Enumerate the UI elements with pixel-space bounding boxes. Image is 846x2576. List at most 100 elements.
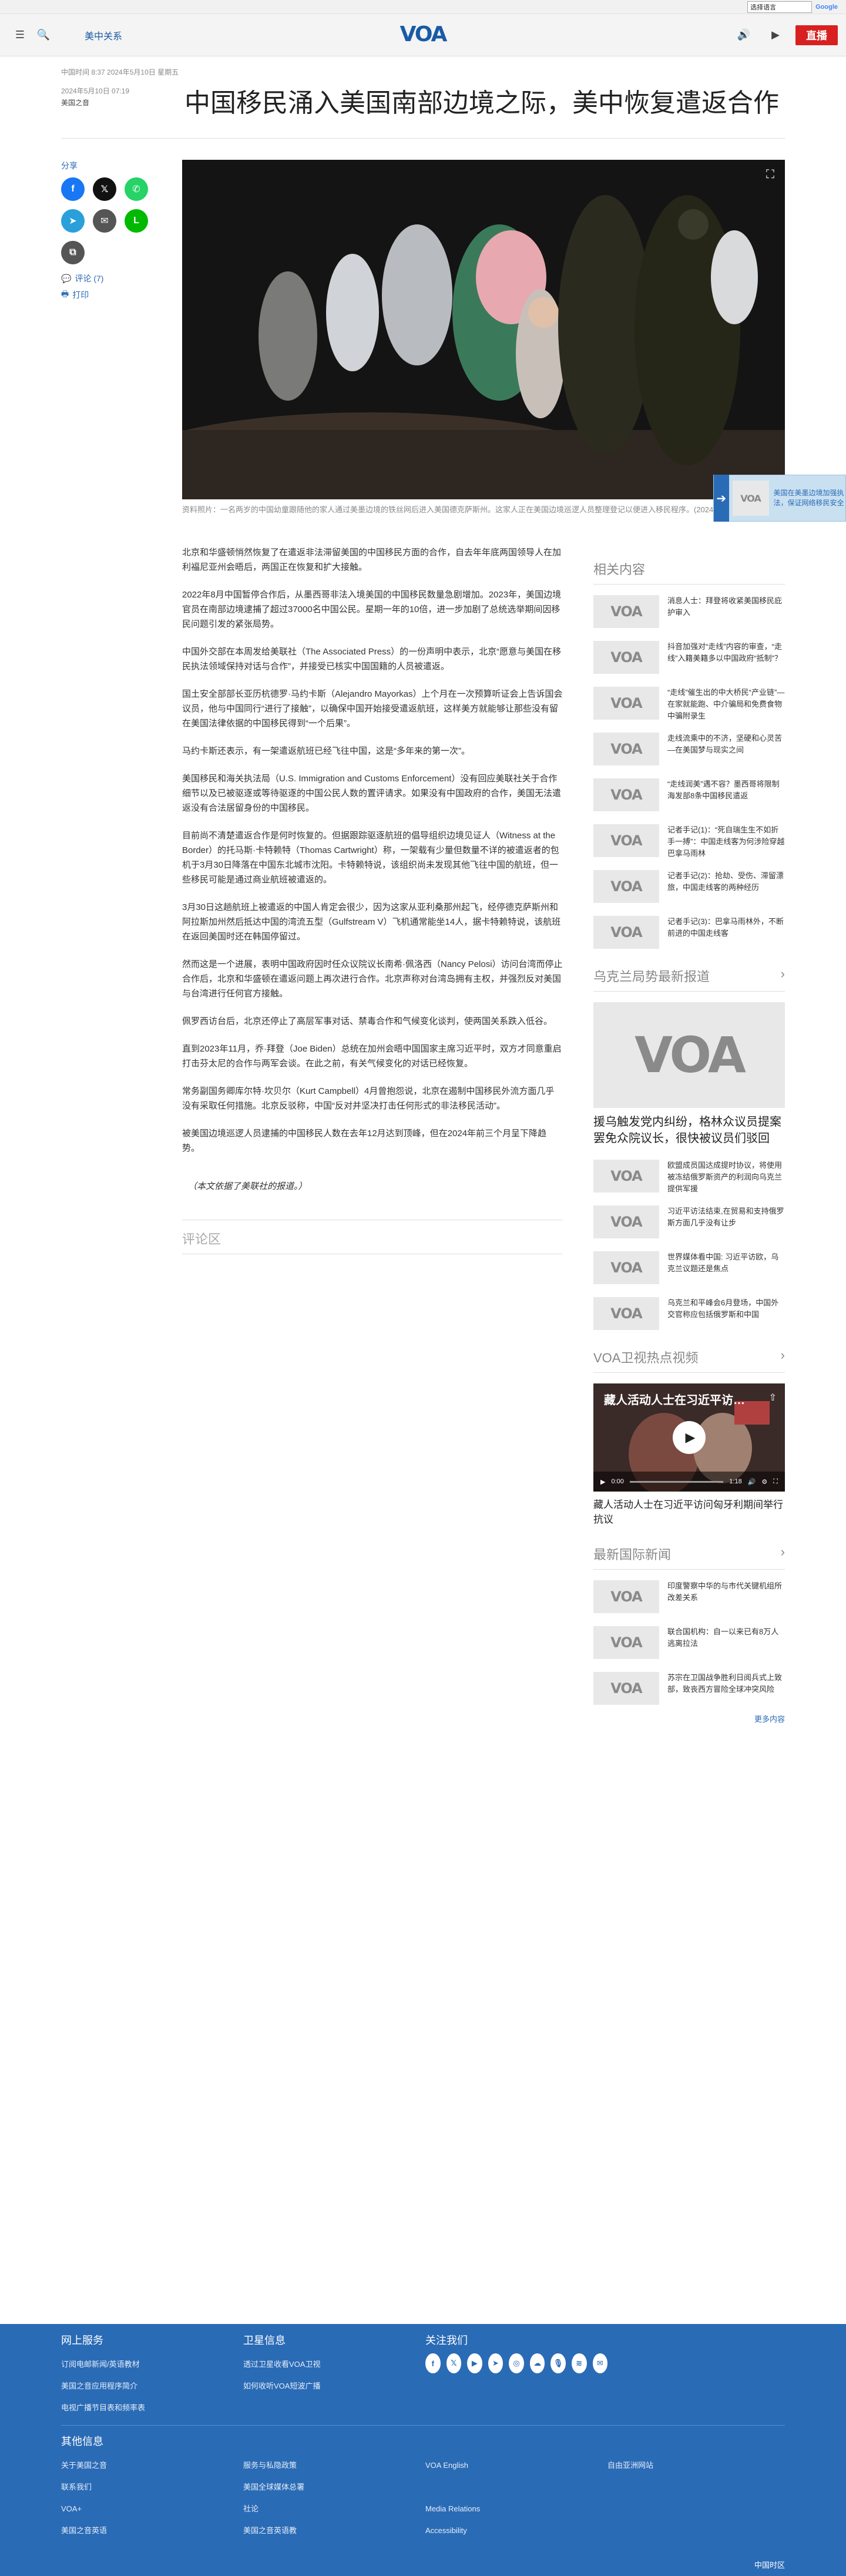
voa-logo-placeholder: VOA bbox=[610, 649, 642, 666]
section-link[interactable]: 美中关系 bbox=[85, 28, 122, 42]
list-item[interactable]: VOA “走线润美”遇不容？墨西哥将限制海发部8条中国移民遣返 bbox=[593, 778, 785, 811]
voa-logo-placeholder: VOA bbox=[610, 1680, 642, 1697]
footer-link[interactable]: Accessibility bbox=[425, 2520, 607, 2541]
arrow-icon: ➔ bbox=[714, 475, 729, 522]
video-controls: ▶ 0:00 1:18 🔊 ⚙ ⛶ bbox=[593, 1472, 785, 1492]
settings-icon[interactable]: ⚙ bbox=[761, 1478, 767, 1486]
footer-link[interactable]: 美国之音英语 bbox=[61, 2520, 243, 2541]
video-caption[interactable]: 藏人活动人士在习近平访问匈牙利期间举行抗议 bbox=[593, 1497, 785, 1527]
x-icon[interactable]: 𝕏 bbox=[93, 177, 116, 201]
footer-link[interactable]: 订阅电邮新闻/英语教材 bbox=[61, 2353, 243, 2375]
video-header[interactable]: VOA卫视热点视频 › bbox=[593, 1348, 785, 1373]
print-link[interactable]: 🖶 打印 bbox=[61, 288, 179, 302]
voa-logo[interactable]: VOA bbox=[400, 22, 448, 46]
list-item[interactable]: VOA 世界媒体看中国: 习近平访欧，乌克兰议题还是焦点 bbox=[593, 1251, 785, 1284]
footer-link[interactable]: 如何收听VOA短波广播 bbox=[243, 2375, 425, 2397]
fullscreen-icon[interactable]: ⛶ bbox=[773, 1478, 778, 1486]
footer-link[interactable]: Media Relations bbox=[425, 2498, 607, 2520]
podcast-icon[interactable]: 🎙 bbox=[550, 2353, 566, 2373]
line-icon[interactable]: L bbox=[125, 209, 148, 233]
footer-link[interactable]: 关于美国之音 bbox=[61, 2454, 243, 2476]
migrants-photo bbox=[182, 160, 785, 499]
telegram-icon[interactable]: ➤ bbox=[488, 2353, 503, 2373]
whatsapp-icon[interactable]: ✆ bbox=[125, 177, 148, 201]
volume-icon[interactable]: 🔊 bbox=[748, 1478, 756, 1486]
email-icon[interactable]: ✉ bbox=[93, 209, 116, 233]
ukraine-title: 乌克兰局势最新报道 bbox=[593, 969, 710, 984]
footer-link[interactable]: 联系我们 bbox=[61, 2476, 243, 2498]
ukraine-big-title[interactable]: 援乌触发党内纠纷，格林众议员提案罢免众院议长，很快被议员们驳回 bbox=[593, 1114, 785, 1147]
footer-link[interactable]: 透过卫星收看VOA卫视 bbox=[243, 2353, 425, 2375]
footer-link[interactable]: VOA+ bbox=[61, 2498, 243, 2520]
facebook-icon[interactable]: f bbox=[425, 2353, 441, 2373]
facebook-icon[interactable]: f bbox=[61, 177, 85, 201]
rss-icon[interactable]: ≋ bbox=[571, 2353, 587, 2373]
footer-link[interactable]: 电视广播节目表和频率表 bbox=[61, 2397, 243, 2419]
footer-link[interactable] bbox=[607, 2520, 785, 2541]
list-item[interactable]: VOA 记者手记(1)：“死自瑞生生不如折手一搏”：中国走线客为何涉险穿越巴拿马雨… bbox=[593, 824, 785, 858]
footer-link[interactable]: 社论 bbox=[243, 2498, 425, 2520]
world-list: VOA 印度警察中华的与市代关键机组所改差关系 VOA 联合国机构：自一以来已有8万人… bbox=[593, 1580, 785, 1705]
list-item[interactable]: VOA 联合国机构：自一以来已有8万人逃离拉法 bbox=[593, 1626, 785, 1659]
list-item[interactable]: VOA 记者手记(2)：抢劫、受伤、滞留漂旅，中国走线客的两种经历 bbox=[593, 870, 785, 903]
more-link[interactable]: 更多内容 bbox=[593, 1713, 785, 1724]
list-item-title: 记者手记(3)：巴拿马雨林外，不断前进的中国走线客 bbox=[667, 917, 784, 938]
copy-link-icon[interactable]: ⧉ bbox=[61, 241, 85, 264]
footer-copyright: 中国时区 bbox=[754, 2561, 785, 2570]
instagram-icon[interactable]: ◎ bbox=[509, 2353, 524, 2373]
footer-link[interactable]: 自由亚洲网站 bbox=[607, 2454, 785, 2476]
world-header[interactable]: 最新国际新闻 › bbox=[593, 1544, 785, 1570]
footer-satellite-links: 透过卫星收看VOA卫视 如何收听VOA短波广播 bbox=[243, 2353, 425, 2397]
header-divider bbox=[61, 138, 785, 139]
footer-link[interactable]: 服务与私隐政策 bbox=[243, 2454, 425, 2476]
footer-online-title: 网上服务 bbox=[61, 2335, 103, 2346]
list-item[interactable]: VOA “走线”催生出的中大桥民“产业链”—在家就能跑、中介骗局和免费食物中骗附录… bbox=[593, 687, 785, 720]
list-item[interactable]: VOA 消息人士：拜登将收紧美国移民庇护审入 bbox=[593, 595, 785, 628]
share-icon[interactable]: ⇧ bbox=[769, 1392, 777, 1403]
footer-link[interactable]: 美国之音英语教 bbox=[243, 2520, 425, 2541]
live-button[interactable]: 直播 bbox=[795, 25, 838, 45]
ukraine-big-thumb[interactable]: VOA bbox=[593, 1002, 785, 1108]
footer-link[interactable] bbox=[607, 2498, 785, 2520]
comments-title: 评论区 bbox=[182, 1232, 221, 1247]
soundcloud-icon[interactable]: ☁ bbox=[529, 2353, 545, 2373]
footer-link[interactable]: 美国之音应用程序简介 bbox=[61, 2375, 243, 2397]
comments-link[interactable]: 💬 评论 (7) bbox=[61, 273, 179, 284]
voa-logo-placeholder: VOA bbox=[610, 1260, 642, 1276]
footer-link[interactable] bbox=[425, 2476, 607, 2498]
footer-link[interactable]: 美国全球媒体总署 bbox=[243, 2476, 425, 2498]
x-icon[interactable]: 𝕏 bbox=[446, 2353, 462, 2373]
article-paragraph: 直到2023年11月，乔·拜登（Joe Biden）总统在加州会晤中国国家主席习… bbox=[182, 1044, 562, 1069]
list-item[interactable]: VOA 抖音加强对“走线”内容的审查，“走线”入籍美籍多以中国政府“抵制”？ bbox=[593, 641, 785, 674]
audio-icon[interactable]: 🔊 bbox=[732, 23, 756, 47]
list-item[interactable]: VOA 习近平访法结束,在贸易和支持俄罗斯方面几乎没有让步 bbox=[593, 1205, 785, 1238]
page-title: 中国移民涌入美国南部边境之际，美中恢复遣返合作 bbox=[184, 89, 779, 117]
article-paragraph: 国土安全部部长亚历杭德罗·马约卡斯（Alejandro Mayorkas）上个月… bbox=[182, 689, 563, 728]
play-small-icon[interactable]: ▶ bbox=[600, 1478, 605, 1486]
video-title: VOA卫视热点视频 bbox=[593, 1351, 699, 1365]
search-icon[interactable]: 🔍 bbox=[32, 23, 55, 47]
ukraine-header[interactable]: 乌克兰局势最新报道 › bbox=[593, 966, 785, 992]
google-brand: Google bbox=[815, 3, 838, 11]
list-item[interactable]: VOA 乌克兰和平峰会6月登场，中国外交官称应包括俄罗斯和中国 bbox=[593, 1297, 785, 1330]
list-item[interactable]: VOA 走线流乘中的不济，坚硬和心灵苦—在美国梦与现实之间 bbox=[593, 733, 785, 765]
promo-box[interactable]: ➔ VOA 美国在美墨边境加强执法，保证网络移民安全 bbox=[713, 475, 846, 522]
youtube-icon[interactable]: ▶ bbox=[467, 2353, 482, 2373]
list-item[interactable]: VOA 欧盟成员国达成提时协议，将使用被冻结俄罗斯资产的利润向乌克兰提供军援 bbox=[593, 1160, 785, 1193]
video-progress[interactable] bbox=[629, 1480, 724, 1483]
video-icon[interactable]: ▶ bbox=[764, 23, 787, 47]
email-icon[interactable]: ✉ bbox=[592, 2353, 608, 2373]
comments-label: 评论 (7) bbox=[75, 274, 104, 283]
menu-icon[interactable]: ☰ bbox=[8, 23, 32, 47]
list-item-title: 联合国机构：自一以来已有8万人逃离拉法 bbox=[667, 1627, 779, 1648]
list-item[interactable]: VOA 苏宗在卫国战争胜利日阅兵式上致部，致丧西方冒险全球冲突风险 bbox=[593, 1672, 785, 1705]
video-player[interactable]: 藏人活动人士在习近平访… ⇧ ▶ ▶ 0:00 1:18 🔊 ⚙ ⛶ bbox=[593, 1383, 785, 1492]
footer-link[interactable]: VOA English bbox=[425, 2454, 607, 2476]
language-select[interactable]: 选择语言 bbox=[747, 1, 813, 13]
footer-link[interactable] bbox=[607, 2476, 785, 2498]
list-item[interactable]: VOA 印度警察中华的与市代关键机组所改差关系 bbox=[593, 1580, 785, 1613]
expand-icon[interactable]: ⛶ bbox=[766, 168, 774, 182]
play-icon[interactable]: ▶ bbox=[673, 1421, 706, 1454]
telegram-icon[interactable]: ➤ bbox=[61, 209, 85, 233]
list-item[interactable]: VOA 记者手记(3)：巴拿马雨林外，不断前进的中国走线客 bbox=[593, 916, 785, 949]
